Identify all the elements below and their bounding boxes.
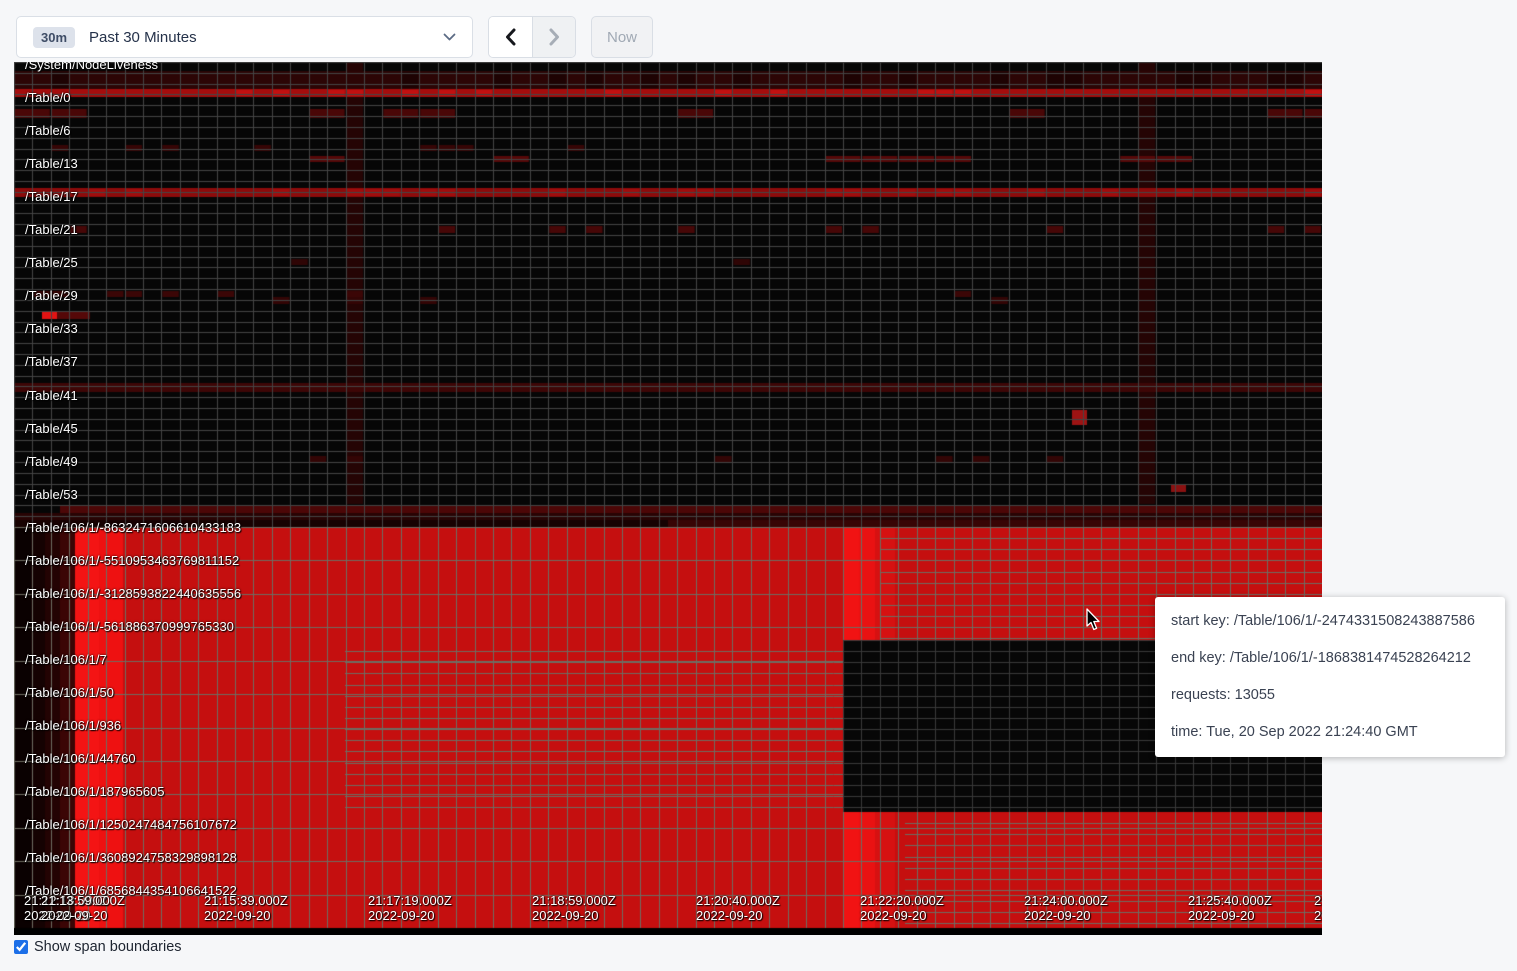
mouse-cursor-icon [1085,608,1102,632]
time-nav-group [488,16,576,58]
tooltip-end-key: end key: /Table/106/1/-18683814745282642… [1171,648,1489,669]
time-range-dropdown[interactable]: 30m Past 30 Minutes [16,16,473,58]
now-button[interactable]: Now [591,16,653,58]
next-time-button[interactable] [532,17,575,57]
span-boundaries-row: Show span boundaries [14,939,1517,955]
tooltip-time: time: Tue, 20 Sep 2022 21:24:40 GMT [1171,722,1489,743]
range-tooltip: start key: /Table/106/1/-247433150824388… [1155,597,1505,757]
chevron-right-icon [549,28,560,46]
span-boundaries-label: Show span boundaries [34,939,182,955]
tooltip-start-key: start key: /Table/106/1/-247433150824388… [1171,611,1489,632]
span-boundaries-checkbox[interactable] [14,940,28,954]
tooltip-requests: requests: 13055 [1171,685,1489,706]
time-toolbar: 30m Past 30 Minutes Now [0,0,1517,58]
chevron-left-icon [505,28,516,46]
time-range-badge: 30m [33,27,75,48]
chevron-down-icon [443,33,456,41]
key-visualizer: /System/NodeLiveness/Table/0/Table/6/Tab… [14,62,1322,935]
key-visualizer-canvas[interactable] [14,62,1322,935]
prev-time-button[interactable] [489,17,532,57]
time-range-label: Past 30 Minutes [89,29,429,46]
